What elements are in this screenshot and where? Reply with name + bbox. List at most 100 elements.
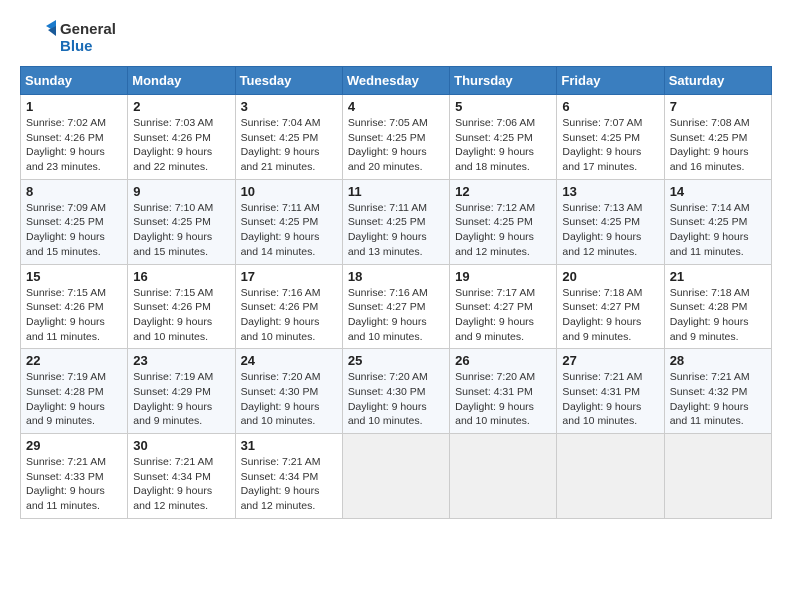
- weekday-header-cell: Thursday: [450, 67, 557, 95]
- weekday-header-cell: Monday: [128, 67, 235, 95]
- day-number: 28: [670, 353, 766, 368]
- calendar-day-cell: 2Sunrise: 7:03 AMSunset: 4:26 PMDaylight…: [128, 95, 235, 180]
- day-info: Sunrise: 7:05 AMSunset: 4:25 PMDaylight:…: [348, 116, 444, 175]
- calendar-week-row: 15Sunrise: 7:15 AMSunset: 4:26 PMDayligh…: [21, 264, 772, 349]
- weekday-header-cell: Friday: [557, 67, 664, 95]
- logo-bird-icon: [20, 20, 56, 56]
- day-number: 5: [455, 99, 551, 114]
- day-info: Sunrise: 7:21 AMSunset: 4:31 PMDaylight:…: [562, 370, 658, 429]
- day-number: 3: [241, 99, 337, 114]
- day-info: Sunrise: 7:21 AMSunset: 4:32 PMDaylight:…: [670, 370, 766, 429]
- day-info: Sunrise: 7:21 AMSunset: 4:34 PMDaylight:…: [241, 455, 337, 514]
- calendar-week-row: 22 Sunrise: 7:19 AMSunset: 4:28 PMDayligh…: [21, 349, 772, 434]
- calendar-day-cell: 5 Sunrise: 7:06 AMSunset: 4:25 PMDaylight…: [450, 95, 557, 180]
- day-number: 6: [562, 99, 658, 114]
- day-info: Sunrise: 7:02 AMSunset: 4:26 PMDaylight:…: [26, 116, 122, 175]
- day-info: Sunrise: 7:09 AMSunset: 4:25 PMDaylight:…: [26, 201, 122, 260]
- weekday-header-cell: Tuesday: [235, 67, 342, 95]
- day-number: 19: [455, 269, 551, 284]
- logo-text: General Blue: [60, 21, 116, 56]
- weekday-header-cell: Saturday: [664, 67, 771, 95]
- logo: General Blue: [20, 20, 116, 56]
- calendar-day-cell: 21 Sunrise: 7:18 AMSunset: 4:28 PMDayligh…: [664, 264, 771, 349]
- day-info: Sunrise: 7:17 AMSunset: 4:27 PMDaylight:…: [455, 286, 551, 345]
- day-info: Sunrise: 7:19 AMSunset: 4:29 PMDaylight:…: [133, 370, 229, 429]
- day-info: Sunrise: 7:12 AMSunset: 4:25 PMDaylight:…: [455, 201, 551, 260]
- day-number: 18: [348, 269, 444, 284]
- day-number: 27: [562, 353, 658, 368]
- calendar-day-cell: 27 Sunrise: 7:21 AMSunset: 4:31 PMDayligh…: [557, 349, 664, 434]
- day-info: Sunrise: 7:07 AMSunset: 4:25 PMDaylight:…: [562, 116, 658, 175]
- day-number: 11: [348, 184, 444, 199]
- calendar-day-cell: 16Sunrise: 7:15 AMSunset: 4:26 PMDayligh…: [128, 264, 235, 349]
- calendar-day-cell: 20 Sunrise: 7:18 AMSunset: 4:27 PMDayligh…: [557, 264, 664, 349]
- day-info: Sunrise: 7:21 AMSunset: 4:34 PMDaylight:…: [133, 455, 229, 514]
- calendar-empty-cell: [450, 434, 557, 519]
- weekday-header-cell: Sunday: [21, 67, 128, 95]
- day-number: 17: [241, 269, 337, 284]
- day-info: Sunrise: 7:19 AMSunset: 4:28 PMDaylight:…: [26, 370, 122, 429]
- calendar-day-cell: 9Sunrise: 7:10 AMSunset: 4:25 PMDaylight…: [128, 179, 235, 264]
- day-number: 4: [348, 99, 444, 114]
- calendar-day-cell: 15Sunrise: 7:15 AMSunset: 4:26 PMDayligh…: [21, 264, 128, 349]
- calendar-day-cell: 19 Sunrise: 7:17 AMSunset: 4:27 PMDayligh…: [450, 264, 557, 349]
- header: General Blue: [20, 20, 772, 56]
- calendar-week-row: 1 Sunrise: 7:02 AMSunset: 4:26 PMDaylight…: [21, 95, 772, 180]
- calendar-day-cell: 6 Sunrise: 7:07 AMSunset: 4:25 PMDaylight…: [557, 95, 664, 180]
- day-info: Sunrise: 7:16 AMSunset: 4:26 PMDaylight:…: [241, 286, 337, 345]
- day-number: 23: [133, 353, 229, 368]
- day-info: Sunrise: 7:20 AMSunset: 4:30 PMDaylight:…: [241, 370, 337, 429]
- day-number: 1: [26, 99, 122, 114]
- day-info: Sunrise: 7:14 AMSunset: 4:25 PMDaylight:…: [670, 201, 766, 260]
- day-info: Sunrise: 7:11 AMSunset: 4:25 PMDaylight:…: [348, 201, 444, 260]
- calendar-day-cell: 3 Sunrise: 7:04 AMSunset: 4:25 PMDaylight…: [235, 95, 342, 180]
- day-info: Sunrise: 7:04 AMSunset: 4:25 PMDaylight:…: [241, 116, 337, 175]
- day-info: Sunrise: 7:20 AMSunset: 4:30 PMDaylight:…: [348, 370, 444, 429]
- day-number: 16: [133, 269, 229, 284]
- calendar-day-cell: 24 Sunrise: 7:20 AMSunset: 4:30 PMDayligh…: [235, 349, 342, 434]
- calendar-table: SundayMondayTuesdayWednesdayThursdayFrid…: [20, 66, 772, 519]
- day-info: Sunrise: 7:18 AMSunset: 4:28 PMDaylight:…: [670, 286, 766, 345]
- day-info: Sunrise: 7:08 AMSunset: 4:25 PMDaylight:…: [670, 116, 766, 175]
- day-number: 14: [670, 184, 766, 199]
- day-number: 29: [26, 438, 122, 453]
- day-number: 8: [26, 184, 122, 199]
- calendar-day-cell: 1 Sunrise: 7:02 AMSunset: 4:26 PMDaylight…: [21, 95, 128, 180]
- day-info: Sunrise: 7:06 AMSunset: 4:25 PMDaylight:…: [455, 116, 551, 175]
- calendar-day-cell: 23 Sunrise: 7:19 AMSunset: 4:29 PMDayligh…: [128, 349, 235, 434]
- day-info: Sunrise: 7:18 AMSunset: 4:27 PMDaylight:…: [562, 286, 658, 345]
- calendar-day-cell: 30Sunrise: 7:21 AMSunset: 4:34 PMDayligh…: [128, 434, 235, 519]
- calendar-day-cell: 10Sunrise: 7:11 AMSunset: 4:25 PMDayligh…: [235, 179, 342, 264]
- calendar-week-row: 8 Sunrise: 7:09 AMSunset: 4:25 PMDaylight…: [21, 179, 772, 264]
- day-number: 21: [670, 269, 766, 284]
- calendar-day-cell: 29 Sunrise: 7:21 AMSunset: 4:33 PMDayligh…: [21, 434, 128, 519]
- calendar-day-cell: 8 Sunrise: 7:09 AMSunset: 4:25 PMDaylight…: [21, 179, 128, 264]
- calendar-day-cell: 22 Sunrise: 7:19 AMSunset: 4:28 PMDayligh…: [21, 349, 128, 434]
- weekday-header-cell: Wednesday: [342, 67, 449, 95]
- day-number: 13: [562, 184, 658, 199]
- day-info: Sunrise: 7:03 AMSunset: 4:26 PMDaylight:…: [133, 116, 229, 175]
- calendar-day-cell: 7Sunrise: 7:08 AMSunset: 4:25 PMDaylight…: [664, 95, 771, 180]
- calendar-day-cell: 11 Sunrise: 7:11 AMSunset: 4:25 PMDayligh…: [342, 179, 449, 264]
- day-number: 22: [26, 353, 122, 368]
- day-info: Sunrise: 7:13 AMSunset: 4:25 PMDaylight:…: [562, 201, 658, 260]
- calendar-day-cell: 28 Sunrise: 7:21 AMSunset: 4:32 PMDayligh…: [664, 349, 771, 434]
- weekday-header-row: SundayMondayTuesdayWednesdayThursdayFrid…: [21, 67, 772, 95]
- day-info: Sunrise: 7:21 AMSunset: 4:33 PMDaylight:…: [26, 455, 122, 514]
- calendar-day-cell: 12 Sunrise: 7:12 AMSunset: 4:25 PMDayligh…: [450, 179, 557, 264]
- calendar-empty-cell: [342, 434, 449, 519]
- day-info: Sunrise: 7:20 AMSunset: 4:31 PMDaylight:…: [455, 370, 551, 429]
- day-number: 10: [241, 184, 337, 199]
- calendar-day-cell: 18 Sunrise: 7:16 AMSunset: 4:27 PMDayligh…: [342, 264, 449, 349]
- calendar-day-cell: 26Sunrise: 7:20 AMSunset: 4:31 PMDayligh…: [450, 349, 557, 434]
- calendar-day-cell: 14 Sunrise: 7:14 AMSunset: 4:25 PMDayligh…: [664, 179, 771, 264]
- day-number: 20: [562, 269, 658, 284]
- day-info: Sunrise: 7:16 AMSunset: 4:27 PMDaylight:…: [348, 286, 444, 345]
- day-number: 12: [455, 184, 551, 199]
- calendar-day-cell: 17 Sunrise: 7:16 AMSunset: 4:26 PMDayligh…: [235, 264, 342, 349]
- calendar-empty-cell: [664, 434, 771, 519]
- day-number: 24: [241, 353, 337, 368]
- calendar-week-row: 29 Sunrise: 7:21 AMSunset: 4:33 PMDayligh…: [21, 434, 772, 519]
- day-number: 25: [348, 353, 444, 368]
- calendar-day-cell: 4 Sunrise: 7:05 AMSunset: 4:25 PMDaylight…: [342, 95, 449, 180]
